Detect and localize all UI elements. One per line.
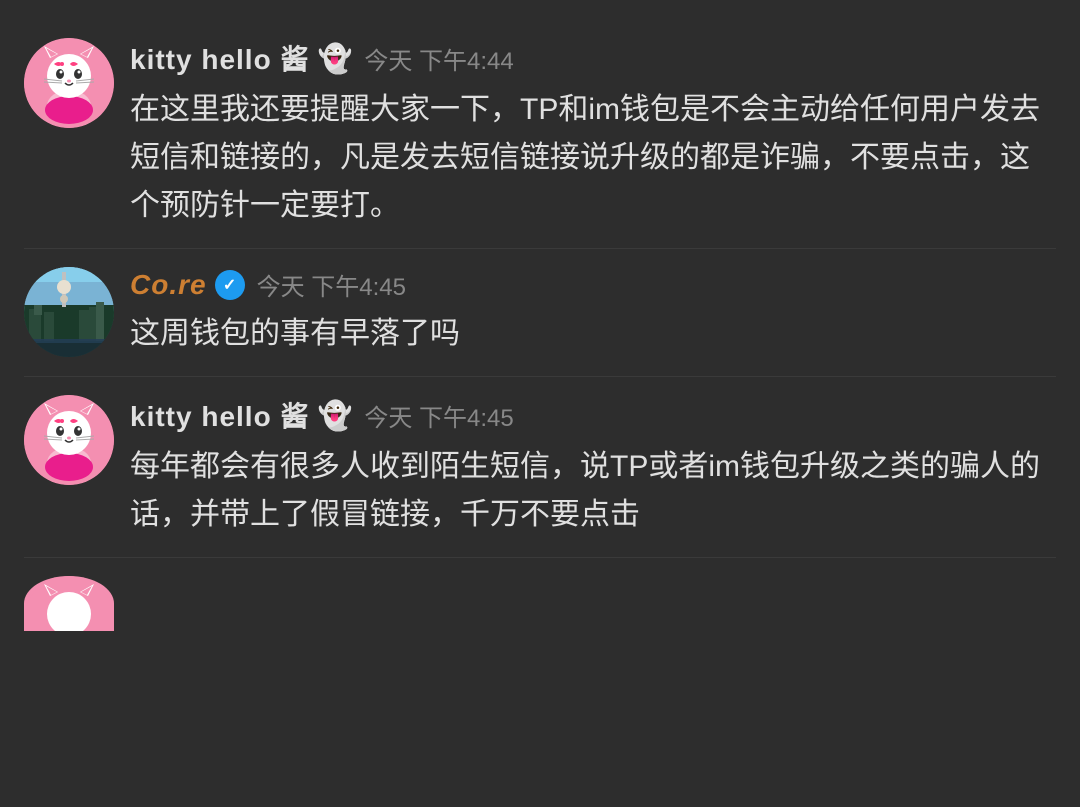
message-header: kitty hello 酱 👻 今天 下午4:44 — [130, 38, 1056, 78]
message-content: Co.re ✓ 今天 下午4:45 这周钱包的事有早落了吗 — [130, 267, 1056, 358]
verified-badge-icon: ✓ — [215, 270, 245, 300]
ghost-badge-icon: 👻 — [317, 42, 352, 75]
partial-avatar — [24, 576, 114, 631]
message-header: kitty hello 酱 👻 今天 下午4:45 — [130, 395, 1056, 435]
username: kitty hello 酱 — [130, 395, 309, 435]
message-content: kitty hello 酱 👻 今天 下午4:45 每年都会有很多人收到陌生短信… — [130, 395, 1056, 539]
avatar — [24, 267, 114, 357]
chat-container: kitty hello 酱 👻 今天 下午4:44 在这里我还要提醒大家一下，T… — [0, 0, 1080, 659]
message-text: 在这里我还要提醒大家一下，TP和im钱包是不会主动给任何用户发去短信和链接的，凡… — [130, 86, 1056, 230]
timestamp: 今天 下午4:44 — [364, 41, 513, 76]
username-core: Co.re — [130, 269, 207, 301]
message-text: 这周钱包的事有早落了吗 — [130, 310, 1056, 358]
message-block: Co.re ✓ 今天 下午4:45 这周钱包的事有早落了吗 — [16, 249, 1064, 376]
timestamp: 今天 下午4:45 — [364, 398, 513, 433]
avatar — [24, 38, 114, 128]
ghost-badge-icon: 👻 — [317, 399, 352, 432]
message-text: 每年都会有很多人收到陌生短信，说TP或者im钱包升级之类的骗人的话，并带上了假冒… — [130, 443, 1056, 539]
message-header: Co.re ✓ 今天 下午4:45 — [130, 267, 1056, 302]
avatar — [24, 395, 114, 485]
partial-message-block — [16, 558, 1064, 639]
username: kitty hello 酱 — [130, 38, 309, 78]
timestamp: 今天 下午4:45 — [257, 267, 406, 302]
message-block: kitty hello 酱 👻 今天 下午4:45 每年都会有很多人收到陌生短信… — [16, 377, 1064, 557]
message-content: kitty hello 酱 👻 今天 下午4:44 在这里我还要提醒大家一下，T… — [130, 38, 1056, 230]
message-block: kitty hello 酱 👻 今天 下午4:44 在这里我还要提醒大家一下，T… — [16, 20, 1064, 248]
